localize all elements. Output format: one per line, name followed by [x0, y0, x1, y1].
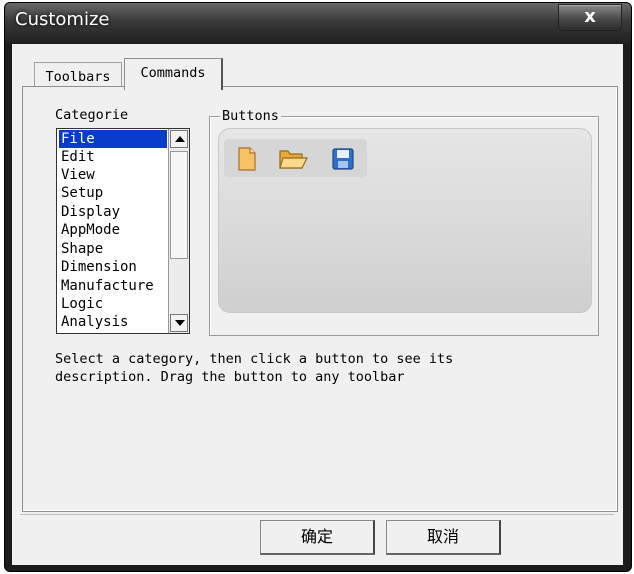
button-row-divider: [20, 514, 614, 515]
list-item-analysis[interactable]: Analysis: [59, 313, 167, 331]
open-folder-icon[interactable]: [278, 146, 308, 172]
list-item-display[interactable]: Display: [59, 203, 167, 221]
list-item-shape[interactable]: Shape: [59, 240, 167, 258]
list-item-setup[interactable]: Setup: [59, 184, 167, 202]
arrow-up-icon: [175, 136, 185, 142]
cancel-button[interactable]: 取消: [386, 520, 501, 555]
list-item-dimension[interactable]: Dimension: [59, 258, 167, 276]
title-bar[interactable]: Customize x: [5, 3, 631, 43]
arrow-down-icon: [175, 320, 185, 326]
list-item-logic[interactable]: Logic: [59, 295, 167, 313]
scroll-thumb[interactable]: [170, 151, 188, 259]
scroll-up-button[interactable]: [170, 130, 188, 148]
ok-button[interactable]: 确定: [260, 520, 375, 555]
dialog-client-area: Toolbars Commands Categorie File Edit Vi…: [12, 44, 623, 565]
description-text: Select a category, then click a button t…: [55, 351, 454, 385]
new-file-icon[interactable]: [234, 146, 260, 172]
list-item-file[interactable]: File: [59, 130, 167, 148]
list-item-view[interactable]: View: [59, 166, 167, 184]
buttons-label: Buttons: [220, 108, 281, 124]
customize-dialog: Customize x Toolbars Commands Categorie …: [4, 2, 632, 572]
scroll-down-button[interactable]: [170, 314, 188, 332]
save-icon[interactable]: [330, 146, 356, 172]
close-icon: x: [584, 6, 596, 27]
list-item-manufacture[interactable]: Manufacture: [59, 277, 167, 295]
list-item-edit[interactable]: Edit: [59, 148, 167, 166]
close-button[interactable]: x: [558, 4, 622, 31]
tab-commands[interactable]: Commands: [124, 58, 223, 90]
list-item-appmode[interactable]: AppMode: [59, 221, 167, 239]
window-title: Customize: [15, 9, 110, 30]
categories-label: Categorie: [55, 107, 129, 123]
categories-scrollbar[interactable]: [168, 129, 189, 333]
tab-toolbars[interactable]: Toolbars: [34, 62, 122, 89]
categories-list[interactable]: File Edit View Setup Display AppMode Sha…: [56, 128, 190, 334]
